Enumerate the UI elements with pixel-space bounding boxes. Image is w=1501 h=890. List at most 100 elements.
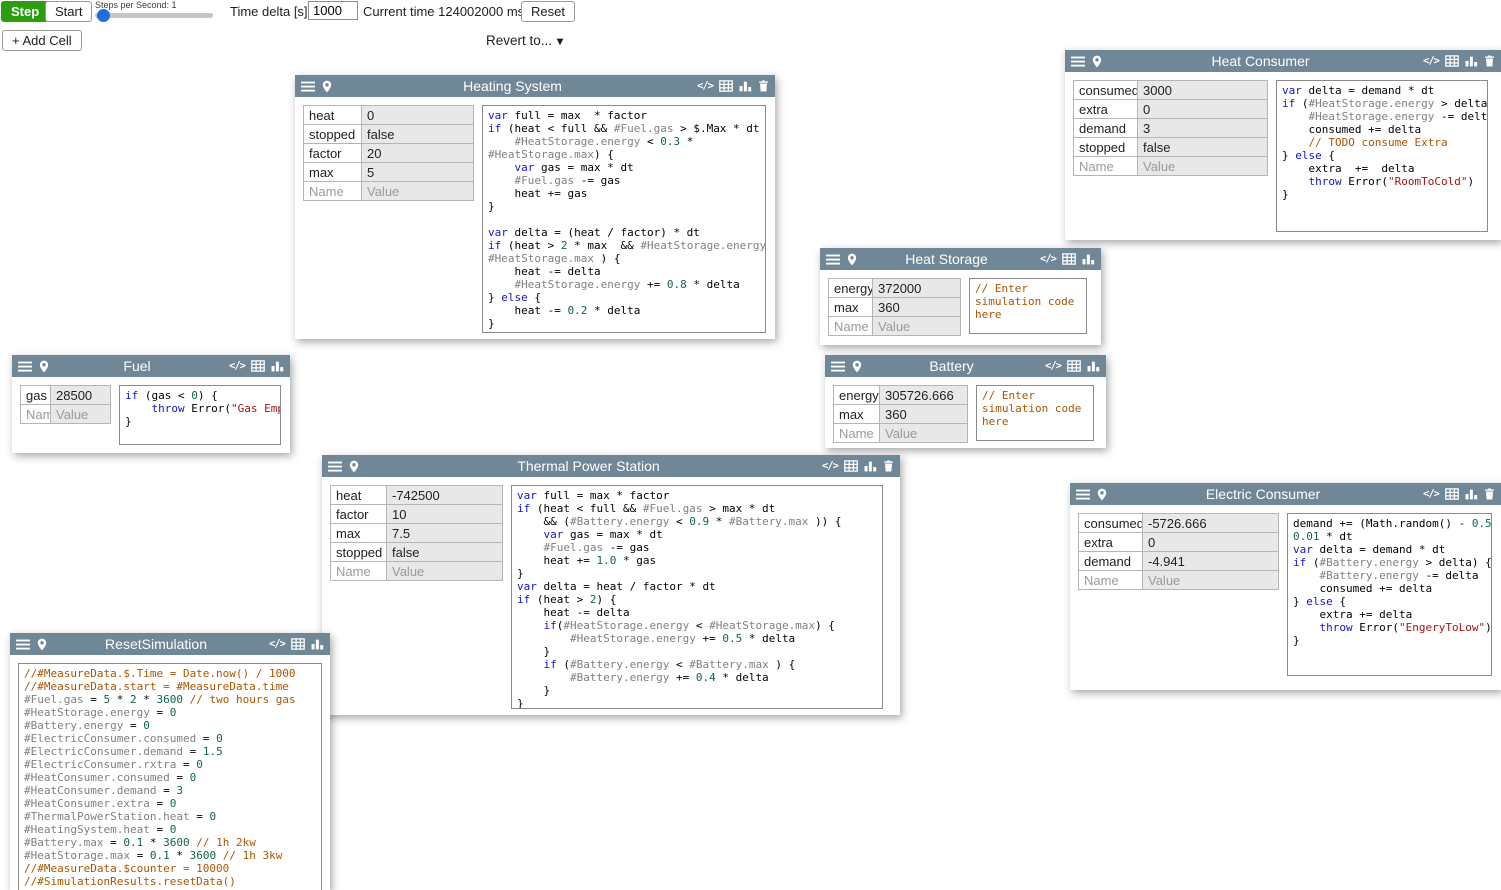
code-icon[interactable]: </> [822, 460, 838, 472]
menu-icon[interactable] [1071, 56, 1085, 67]
panel-header[interactable]: Thermal Power Station </> [322, 455, 900, 477]
panel-header[interactable]: Electric Consumer </> [1070, 483, 1501, 505]
menu-icon[interactable] [328, 461, 342, 472]
pin-icon[interactable] [1092, 55, 1102, 68]
chart-icon[interactable] [311, 638, 324, 650]
code-icon[interactable]: </> [697, 80, 713, 92]
pin-icon[interactable] [37, 638, 47, 651]
code-editor[interactable]: var full = max * factorif (heat < full &… [511, 485, 883, 709]
table-icon[interactable] [1445, 488, 1459, 500]
property-value[interactable]: 305726.666 [880, 386, 968, 405]
code-icon[interactable]: </> [229, 360, 245, 372]
chart-icon[interactable] [864, 460, 877, 472]
panel-header[interactable]: Heat Storage </> [820, 248, 1101, 270]
table-icon[interactable] [251, 360, 265, 372]
pin-icon[interactable] [349, 460, 359, 473]
property-value[interactable]: -5726.666 [1143, 514, 1279, 533]
code-icon[interactable]: </> [1423, 55, 1439, 67]
table-icon[interactable] [291, 638, 305, 650]
property-value[interactable]: 7.5 [387, 524, 503, 543]
chart-icon[interactable] [1465, 55, 1478, 67]
step-button[interactable]: Step [1, 1, 49, 22]
code-icon[interactable]: </> [1040, 253, 1056, 265]
code-icon[interactable]: </> [269, 638, 285, 650]
trash-icon[interactable] [883, 460, 894, 472]
pin-icon[interactable] [39, 360, 49, 373]
property-value[interactable]: 10 [387, 505, 503, 524]
property-value[interactable]: 0 [1138, 100, 1268, 119]
new-property-name[interactable]: Name [1079, 571, 1143, 590]
chart-icon[interactable] [271, 360, 284, 372]
add-cell-button[interactable]: + Add Cell [2, 30, 82, 51]
panel-header[interactable]: Heating System </> [295, 75, 775, 97]
table-icon[interactable] [1062, 253, 1076, 265]
time-delta-input[interactable] [308, 1, 358, 20]
panel-header[interactable]: Heat Consumer </> [1065, 50, 1501, 72]
new-property-value[interactable]: Value [387, 562, 503, 581]
menu-icon[interactable] [301, 81, 315, 92]
chart-icon[interactable] [1087, 360, 1100, 372]
new-property-value[interactable]: Value [880, 424, 968, 443]
menu-icon[interactable] [1076, 489, 1090, 500]
property-value[interactable]: 5 [362, 163, 474, 182]
menu-icon[interactable] [18, 361, 32, 372]
table-icon[interactable] [1445, 55, 1459, 67]
new-property-name[interactable]: Name [304, 182, 362, 201]
code-editor[interactable]: //#MeasureData.$.Time = Date.now() / 100… [18, 663, 322, 890]
panel-header[interactable]: Fuel </> [12, 355, 290, 377]
property-value[interactable]: 360 [880, 405, 968, 424]
steps-per-second-slider[interactable]: Steps per Second: 1 [95, 0, 221, 22]
pin-icon[interactable] [1097, 488, 1107, 501]
code-editor[interactable]: demand += (Math.random() - 0.5) *0.01 * … [1287, 513, 1492, 676]
table-icon[interactable] [1067, 360, 1081, 372]
new-property-value[interactable]: Value [873, 317, 961, 336]
code-editor[interactable]: var delta = demand * dtif (#HeatStorage.… [1276, 80, 1488, 232]
property-value[interactable]: 0 [362, 106, 474, 125]
menu-icon[interactable] [831, 361, 845, 372]
trash-icon[interactable] [1484, 488, 1495, 500]
new-property-value[interactable]: Value [362, 182, 474, 201]
property-value[interactable]: -4.941 [1143, 552, 1279, 571]
revert-dropdown[interactable]: Revert to...▾ [486, 33, 563, 48]
new-property-name[interactable]: Name [331, 562, 387, 581]
menu-icon[interactable] [16, 639, 30, 650]
slider-track[interactable] [95, 13, 213, 18]
new-property-value[interactable]: Value [1138, 157, 1268, 176]
new-property-name[interactable]: Name [1074, 157, 1138, 176]
slider-thumb[interactable] [97, 9, 110, 22]
pin-icon[interactable] [322, 80, 332, 93]
property-value[interactable]: 0 [1143, 533, 1279, 552]
property-value[interactable]: 28500 [51, 386, 111, 405]
code-editor[interactable]: if (gas < 0) { throw Error("Gas Empty")} [119, 385, 281, 445]
new-property-name[interactable]: Name [21, 405, 51, 424]
panel-header[interactable]: Battery </> [825, 355, 1106, 377]
new-property-value[interactable]: Value [51, 405, 111, 424]
new-property-name[interactable]: Name [834, 424, 880, 443]
code-icon[interactable]: </> [1423, 488, 1439, 500]
pin-icon[interactable] [847, 253, 857, 266]
property-value[interactable]: 360 [873, 298, 961, 317]
new-property-name[interactable]: Name [829, 317, 873, 336]
panel-header[interactable]: ResetSimulation </> [10, 633, 330, 655]
trash-icon[interactable] [758, 80, 769, 92]
chart-icon[interactable] [1082, 253, 1095, 265]
property-value[interactable]: false [387, 543, 503, 562]
start-button[interactable]: Start [45, 1, 92, 22]
property-value[interactable]: false [1138, 138, 1268, 157]
code-icon[interactable]: </> [1045, 360, 1061, 372]
reset-button[interactable]: Reset [521, 1, 575, 22]
chart-icon[interactable] [1465, 488, 1478, 500]
pin-icon[interactable] [852, 360, 862, 373]
chart-icon[interactable] [739, 80, 752, 92]
code-editor[interactable]: var full = max * factorif (heat < full &… [482, 105, 766, 333]
trash-icon[interactable] [1484, 55, 1495, 67]
code-editor[interactable]: // Enter simulation code here [969, 278, 1087, 334]
new-property-value[interactable]: Value [1143, 571, 1279, 590]
property-value[interactable]: -742500 [387, 486, 503, 505]
property-value[interactable]: 3 [1138, 119, 1268, 138]
menu-icon[interactable] [826, 254, 840, 265]
property-value[interactable]: 20 [362, 144, 474, 163]
property-value[interactable]: 3000 [1138, 81, 1268, 100]
property-value[interactable]: false [362, 125, 474, 144]
property-value[interactable]: 372000 [873, 279, 961, 298]
